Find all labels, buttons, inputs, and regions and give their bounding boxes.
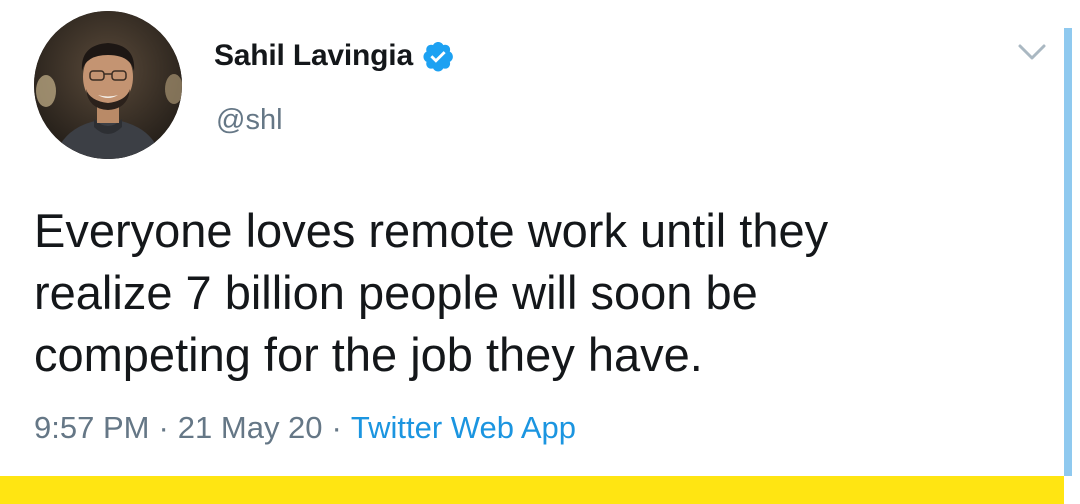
tweet-text-line: realize 7 billion people will soon be [34,266,758,319]
meta-separator: · [158,410,169,445]
tweet-card: Sahil Lavingia @shl Everyone loves remot… [0,0,1064,476]
tweet-meta: 9:57 PM · 21 May 20 · Twitter Web App [34,410,576,446]
author-handle[interactable]: @shl [216,104,283,137]
meta-separator: · [331,410,342,445]
verified-badge-icon [421,39,455,73]
tweet-time[interactable]: 9:57 PM [34,410,149,446]
tweet-text-line: Everyone loves remote work until they [34,204,829,257]
bottom-band [0,476,1064,504]
tweet-text-line: competing for the job they have. [34,328,703,381]
scrollbar[interactable] [1064,28,1072,476]
avatar[interactable] [34,11,182,159]
author-display-name[interactable]: Sahil Lavingia [214,39,413,73]
chevron-down-icon[interactable] [1012,38,1052,66]
tweet-text: Everyone loves remote work until they re… [34,200,1034,386]
tweet-source-link[interactable]: Twitter Web App [351,410,576,446]
avatar-photo [34,11,182,159]
author-name-row[interactable]: Sahil Lavingia [214,36,455,76]
tweet-date[interactable]: 21 May 20 [178,410,323,446]
